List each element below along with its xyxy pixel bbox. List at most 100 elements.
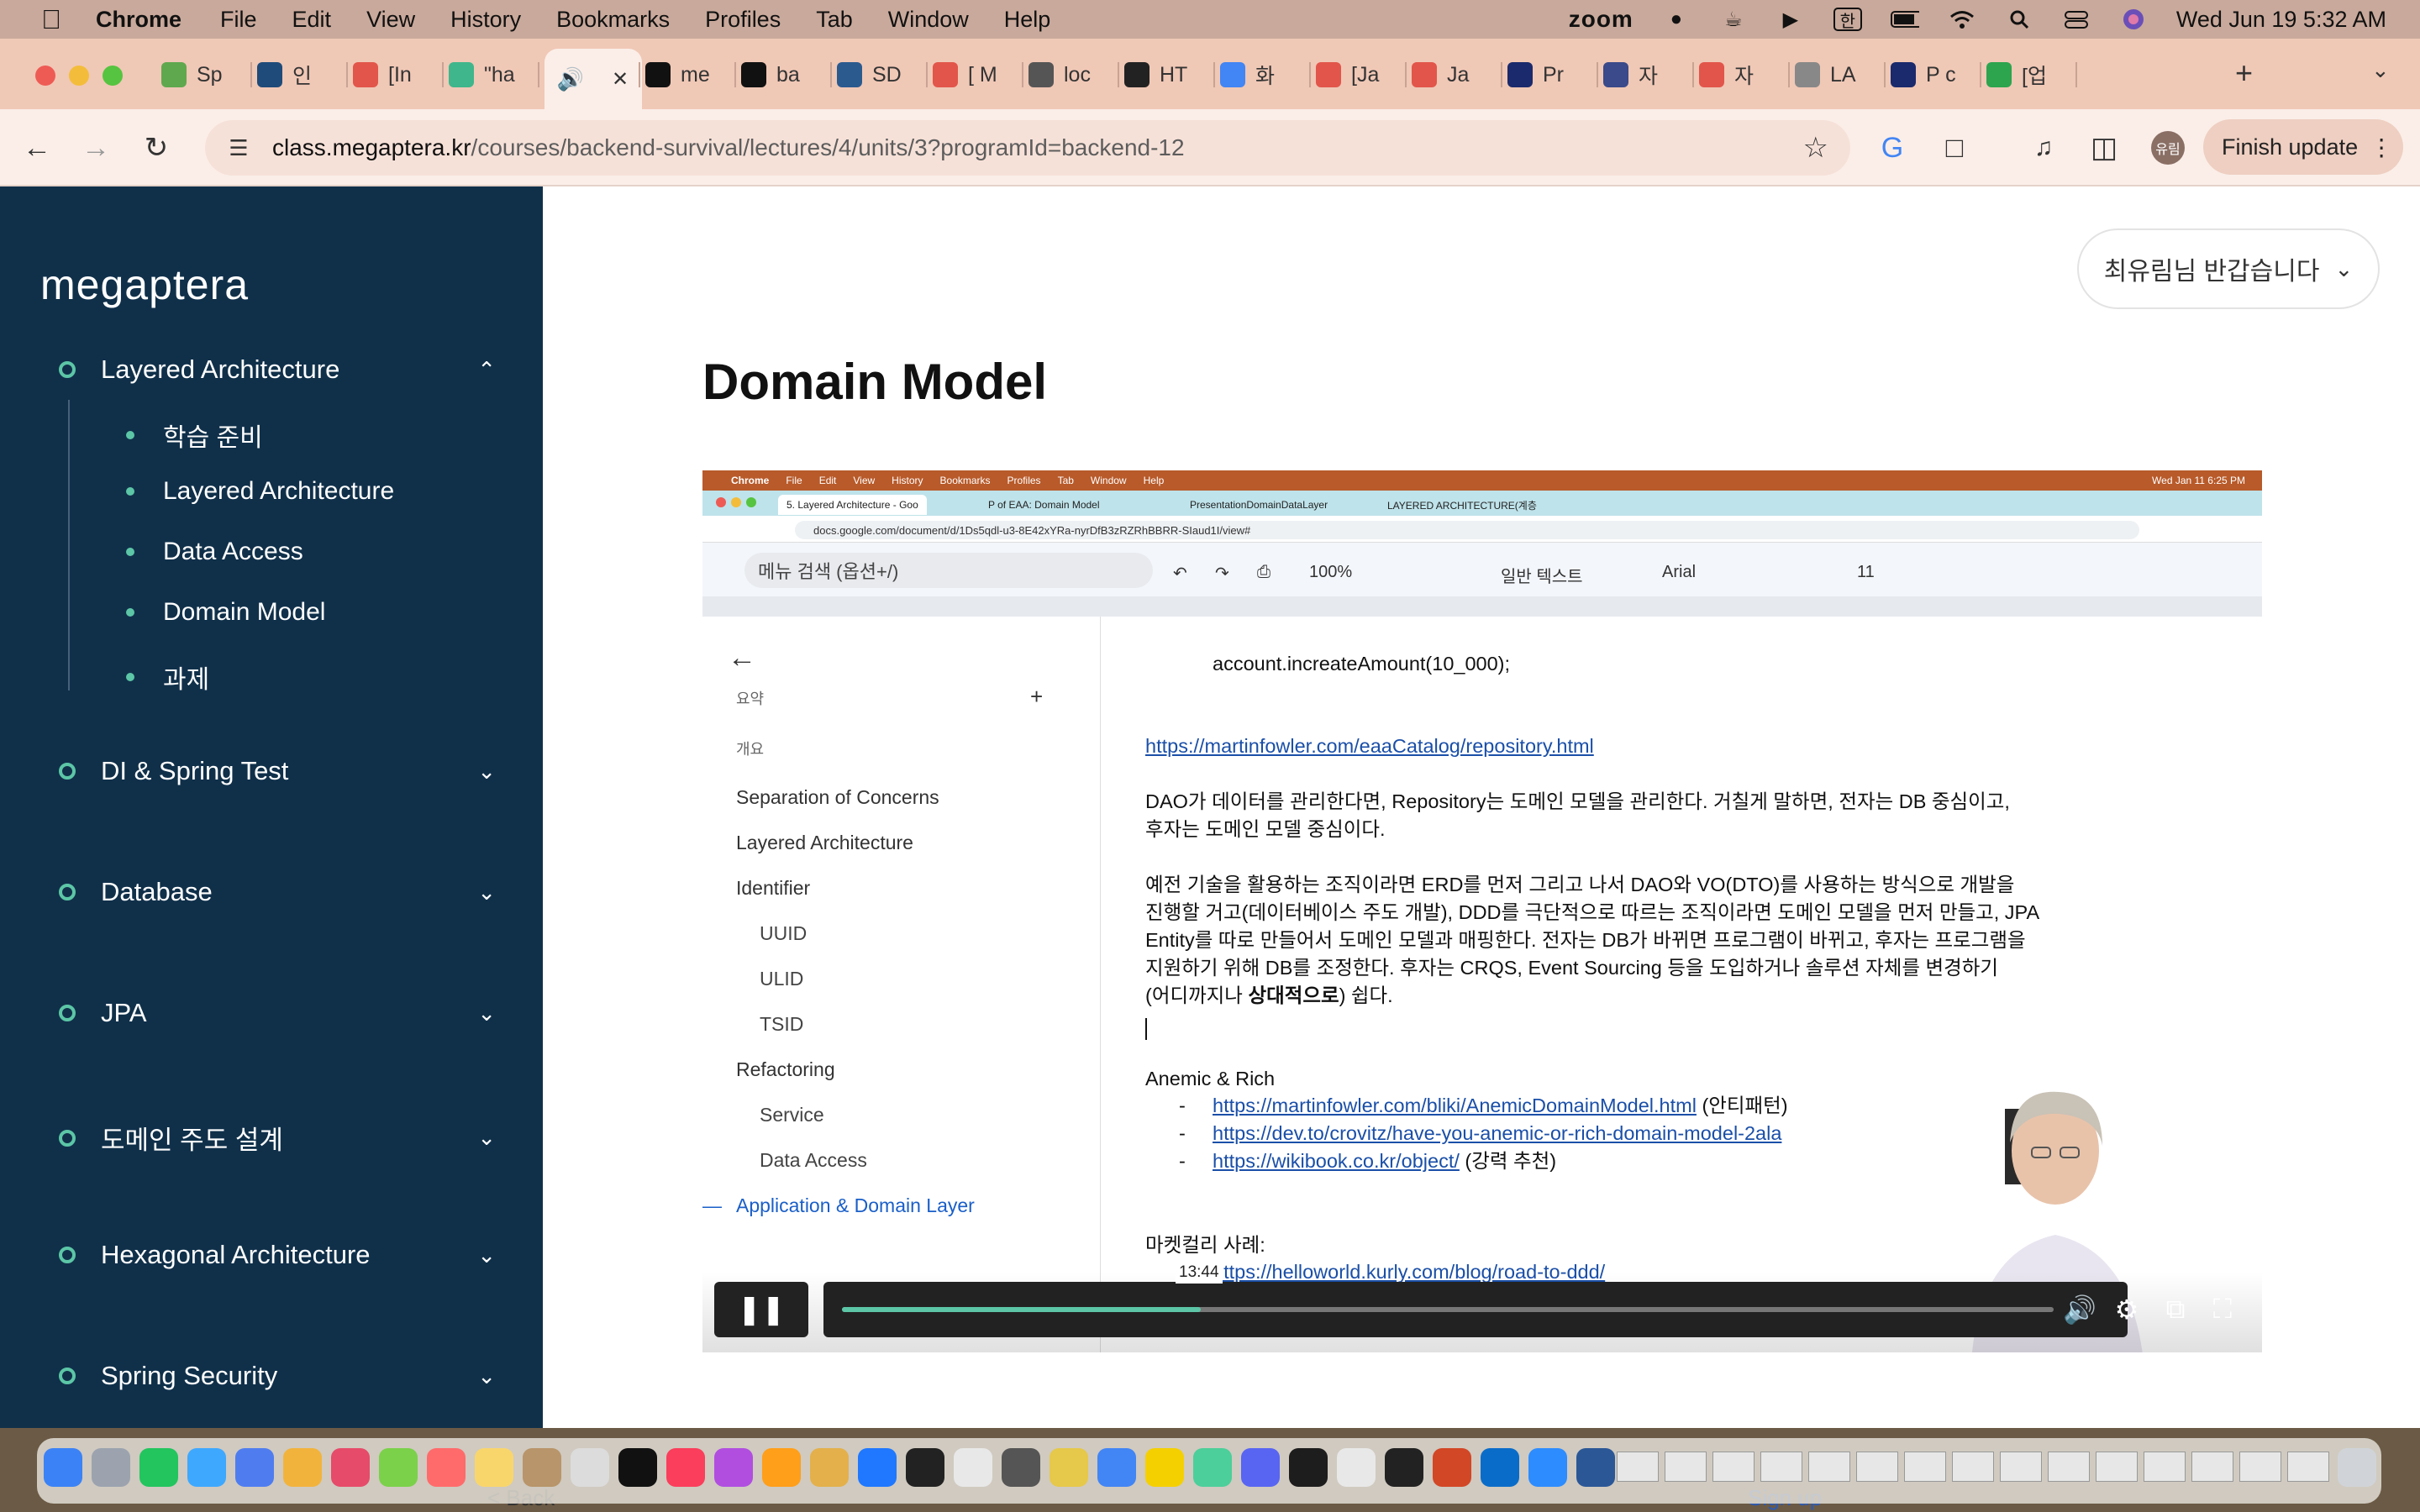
side-panel-icon[interactable]: ◫ bbox=[2087, 131, 2121, 165]
browser-tab[interactable]: Ja bbox=[1412, 52, 1469, 97]
fullscreen-icon[interactable]: ⛶ bbox=[2203, 1290, 2242, 1329]
pause-button[interactable]: ❚❚ bbox=[714, 1282, 808, 1337]
control-center-icon[interactable] bbox=[2062, 8, 2091, 31]
trash-icon[interactable] bbox=[2338, 1448, 2376, 1487]
intellij-icon[interactable] bbox=[1289, 1448, 1328, 1487]
forward-arrow-icon[interactable]: → bbox=[79, 131, 113, 165]
new-tab-button[interactable]: + bbox=[2235, 55, 2253, 91]
messages-icon[interactable] bbox=[187, 1448, 226, 1487]
dock-window-thumbnail[interactable] bbox=[2096, 1452, 2138, 1482]
section-jpa[interactable]: JPA ⌄ bbox=[59, 998, 496, 1028]
window-zoom-button[interactable] bbox=[103, 66, 123, 86]
tool-icon[interactable] bbox=[1193, 1448, 1232, 1487]
terminal-icon[interactable] bbox=[906, 1448, 944, 1487]
translate-icon[interactable]: G bbox=[1876, 131, 1909, 165]
unit-item-layered-architecture[interactable]: Layered Architecture bbox=[126, 477, 394, 506]
browser-tab[interactable]: 자 bbox=[1699, 52, 1754, 97]
launchpad-icon[interactable] bbox=[92, 1448, 130, 1487]
browser-tab[interactable]: me bbox=[645, 52, 710, 97]
section-ddd[interactable]: 도메인 주도 설계 ⌄ bbox=[59, 1119, 496, 1157]
menu-view[interactable]: View bbox=[366, 7, 415, 33]
site-info-icon[interactable]: ☰ bbox=[222, 135, 255, 161]
browser-tab[interactable]: loc bbox=[1028, 52, 1091, 97]
vscode-icon[interactable] bbox=[1481, 1448, 1519, 1487]
menu-history[interactable]: History bbox=[450, 7, 521, 33]
zoom-icon[interactable] bbox=[1528, 1448, 1567, 1487]
play-icon[interactable]: ▶ bbox=[1776, 8, 1805, 31]
unit-item-data-access[interactable]: Data Access bbox=[126, 538, 303, 566]
terminal-app-icon[interactable] bbox=[1385, 1448, 1423, 1487]
browser-tab[interactable]: SD bbox=[837, 52, 902, 97]
finish-update-button[interactable]: Finish update ⋮ bbox=[2203, 119, 2403, 175]
dock-window-thumbnail[interactable] bbox=[2000, 1452, 2042, 1482]
unit-item-assignment[interactable]: 과제 bbox=[126, 659, 209, 696]
browser-tab[interactable]: HT bbox=[1124, 52, 1187, 97]
facetime-icon[interactable] bbox=[379, 1448, 418, 1487]
lecture-video-player[interactable]: Chrome File Edit View History Bookmarks … bbox=[702, 470, 2262, 1352]
extensions-icon[interactable]: □ bbox=[1938, 131, 1971, 165]
menubar-app-name[interactable]: Chrome bbox=[96, 7, 182, 33]
browser-tab[interactable]: 화 bbox=[1220, 52, 1275, 97]
apple-icon[interactable]:  bbox=[35, 4, 67, 35]
menu-file[interactable]: File bbox=[220, 7, 257, 33]
browser-tab[interactable]: [ M bbox=[933, 52, 997, 97]
menu-bookmarks[interactable]: Bookmarks bbox=[556, 7, 670, 33]
notes-app-icon[interactable] bbox=[1337, 1448, 1376, 1487]
dock-window-thumbnail[interactable] bbox=[1617, 1452, 1659, 1482]
reminders-icon[interactable] bbox=[571, 1448, 609, 1487]
siri-icon[interactable] bbox=[2119, 8, 2148, 31]
megaptera-logo[interactable]: megaptera bbox=[40, 260, 249, 309]
stickies-icon[interactable] bbox=[1050, 1448, 1088, 1487]
section-hexagonal-architecture[interactable]: Hexagonal Architecture ⌄ bbox=[59, 1240, 496, 1270]
section-layered-architecture[interactable]: Layered Architecture ⌃ bbox=[59, 354, 496, 385]
dock-window-thumbnail[interactable] bbox=[2191, 1452, 2233, 1482]
bookmark-star-icon[interactable]: ☆ bbox=[1803, 131, 1828, 165]
browser-tab[interactable]: Pr bbox=[1507, 52, 1564, 97]
word-icon[interactable] bbox=[1576, 1448, 1615, 1487]
calendar-icon[interactable] bbox=[427, 1448, 466, 1487]
browser-tab[interactable]: [In bbox=[353, 52, 412, 97]
mail-icon[interactable] bbox=[235, 1448, 274, 1487]
chat-icon[interactable]: ● bbox=[1662, 8, 1691, 31]
reload-icon[interactable]: ↻ bbox=[139, 131, 173, 165]
window-close-button[interactable] bbox=[35, 66, 55, 86]
discord-icon[interactable] bbox=[1241, 1448, 1280, 1487]
input-source[interactable]: 한 bbox=[1833, 8, 1862, 31]
dock-window-thumbnail[interactable] bbox=[1904, 1452, 1946, 1482]
maps-icon[interactable] bbox=[283, 1448, 322, 1487]
dock-window-thumbnail[interactable] bbox=[2239, 1452, 2281, 1482]
browser-tab[interactable]: ba bbox=[741, 52, 800, 97]
app-store-icon[interactable] bbox=[858, 1448, 897, 1487]
notes-icon[interactable] bbox=[475, 1448, 513, 1487]
music-icon[interactable] bbox=[666, 1448, 705, 1487]
browser-tab[interactable]: LA bbox=[1795, 52, 1856, 97]
menu-tab[interactable]: Tab bbox=[816, 7, 853, 33]
media-control-icon[interactable]: ♫ bbox=[2027, 131, 2060, 165]
kakaotalk-icon[interactable] bbox=[1145, 1448, 1184, 1487]
menu-edit[interactable]: Edit bbox=[292, 7, 332, 33]
browser-tab[interactable]: 자 bbox=[1603, 52, 1658, 97]
section-di-spring-test[interactable]: DI & Spring Test ⌄ bbox=[59, 756, 496, 786]
browser-tab[interactable]: "ha bbox=[449, 52, 515, 97]
search-icon[interactable] bbox=[2005, 8, 2033, 31]
dock-window-thumbnail[interactable] bbox=[1665, 1452, 1707, 1482]
settings-gear-icon[interactable]: ⚙ bbox=[2107, 1290, 2146, 1329]
help-icon[interactable] bbox=[954, 1448, 992, 1487]
picture-in-picture-icon[interactable]: ⧉ bbox=[2156, 1290, 2195, 1329]
settings-icon[interactable] bbox=[1002, 1448, 1040, 1487]
menubar-clock[interactable]: Wed Jun 19 5:32 AM bbox=[2176, 7, 2386, 33]
dock-window-thumbnail[interactable] bbox=[1856, 1452, 1898, 1482]
dock-window-thumbnail[interactable] bbox=[2287, 1452, 2329, 1482]
menu-profiles[interactable]: Profiles bbox=[705, 7, 781, 33]
safari-icon[interactable] bbox=[139, 1448, 178, 1487]
section-spring-security[interactable]: Spring Security ⌄ bbox=[59, 1361, 496, 1391]
back-arrow-icon[interactable]: ← bbox=[20, 131, 54, 165]
user-greeting-dropdown[interactable]: 최유림님 반갑습니다 ⌄ bbox=[2077, 228, 2380, 309]
unit-item-domain-model[interactable]: Domain Model bbox=[126, 598, 325, 627]
dock-window-thumbnail[interactable] bbox=[2144, 1452, 2186, 1482]
cup-icon[interactable]: ☕ bbox=[1719, 8, 1748, 31]
numbers-icon[interactable] bbox=[762, 1448, 801, 1487]
browser-tab[interactable]: Sp bbox=[161, 52, 223, 97]
dock-window-thumbnail[interactable] bbox=[1808, 1452, 1850, 1482]
dock-window-thumbnail[interactable] bbox=[1952, 1452, 1994, 1482]
